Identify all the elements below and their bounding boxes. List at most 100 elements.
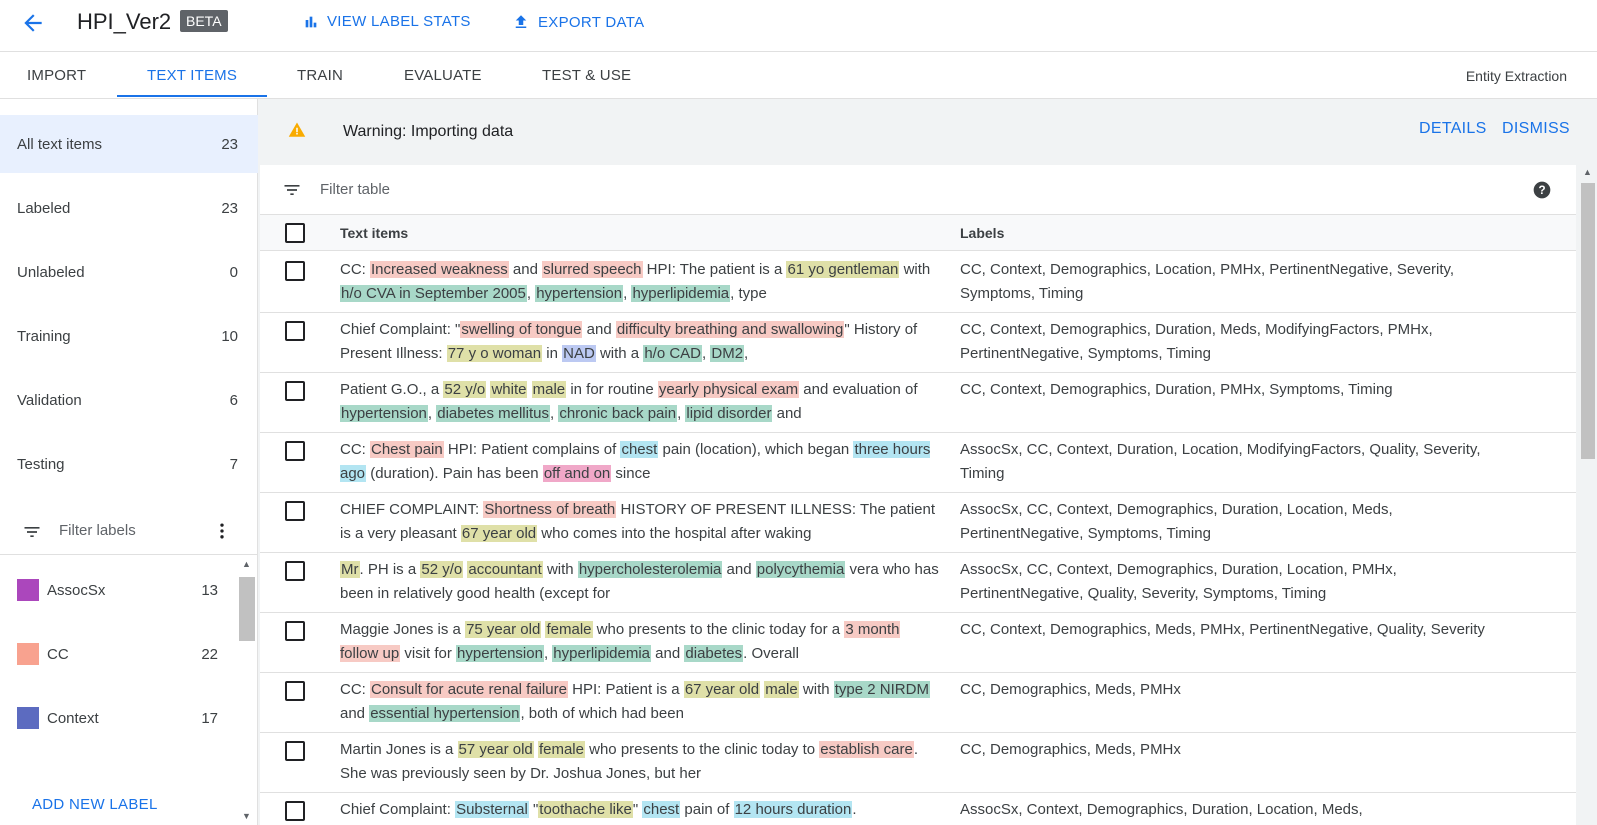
entity-annotation[interactable]: hypertension (535, 285, 624, 302)
entity-annotation[interactable]: slurred speech (542, 261, 643, 278)
tab-train[interactable]: TRAIN (297, 67, 343, 84)
table-row[interactable]: Mr. PH is a 52 y/o accountant with hyper… (260, 552, 1576, 613)
entity-annotation[interactable]: 67 year old (460, 525, 538, 542)
row-text-item[interactable]: Mr. PH is a 52 y/o accountant with hyper… (340, 558, 940, 606)
entity-annotation[interactable]: male (764, 681, 799, 698)
sidebar-item-training[interactable]: Training 10 (0, 307, 258, 365)
entity-annotation[interactable]: polycythemia (755, 561, 846, 578)
entity-annotation[interactable]: toothache like (538, 801, 633, 818)
entity-annotation[interactable]: hyperlipidemia (631, 285, 731, 302)
tab-test-use[interactable]: TEST & USE (542, 67, 631, 84)
column-header-labels[interactable]: Labels (960, 225, 1004, 241)
entity-annotation[interactable]: female (537, 741, 585, 758)
entity-annotation[interactable]: swelling of tongue (460, 321, 583, 338)
entity-annotation[interactable]: male (531, 381, 567, 398)
entity-annotation[interactable]: 57 year old (457, 741, 534, 758)
sidebar-item-all-text-items[interactable]: All text items 23 (0, 115, 258, 173)
entity-annotation[interactable]: 52 y/o (420, 561, 464, 578)
tab-import[interactable]: IMPORT (27, 67, 86, 84)
select-all-checkbox[interactable] (285, 223, 305, 243)
entity-annotation[interactable]: 67 year old (683, 681, 761, 698)
tab-text-items[interactable]: TEXT ITEMS (147, 67, 237, 84)
back-arrow-icon[interactable] (20, 10, 46, 36)
row-checkbox[interactable] (285, 321, 305, 341)
view-label-stats-button[interactable]: VIEW LABEL STATS (303, 13, 471, 30)
entity-annotation[interactable]: 61 yo gentleman (786, 261, 900, 278)
row-checkbox[interactable] (285, 261, 305, 281)
entity-annotation[interactable]: type 2 NIRDM (833, 681, 930, 698)
more-vert-icon[interactable] (212, 521, 232, 541)
row-text-item[interactable]: Patient G.O., a 52 y/o white male in for… (340, 378, 940, 426)
export-data-button[interactable]: EXPORT DATA (512, 13, 644, 31)
table-row[interactable]: CC: Consult for acute renal failure HPI:… (260, 672, 1576, 733)
entity-annotation[interactable]: h/o CAD (643, 345, 703, 362)
scroll-up-arrow-icon[interactable]: ▲ (1583, 167, 1592, 177)
entity-annotation[interactable]: hypertension (456, 645, 544, 662)
scrollbar-thumb[interactable] (239, 577, 255, 641)
row-checkbox[interactable] (285, 561, 305, 581)
row-checkbox[interactable] (285, 501, 305, 521)
dismiss-button[interactable]: DISMISS (1502, 120, 1570, 138)
entity-annotation[interactable]: lipid disorder (685, 405, 773, 422)
entity-annotation[interactable]: 77 y o woman (446, 345, 543, 362)
row-checkbox[interactable] (285, 381, 305, 401)
table-row[interactable]: CC: Increased weakness and slurred speec… (260, 252, 1576, 313)
row-text-item[interactable]: Chief Complaint: "swelling of tongue and… (340, 318, 940, 366)
tab-evaluate[interactable]: EVALUATE (404, 67, 482, 84)
table-row[interactable]: Martin Jones is a 57 year old female who… (260, 732, 1576, 793)
table-row[interactable]: CHIEF COMPLAINT: Shortness of breath HIS… (260, 492, 1576, 553)
entity-annotation[interactable]: essential hypertension (369, 705, 521, 722)
entity-annotation[interactable]: diabetes (684, 645, 744, 662)
row-text-item[interactable]: CC: Consult for acute renal failure HPI:… (340, 678, 940, 726)
filter-labels-input[interactable]: Filter labels (59, 522, 136, 539)
filter-table-input[interactable]: Filter table (320, 181, 390, 198)
row-checkbox[interactable] (285, 741, 305, 761)
entity-annotation[interactable]: off and on (542, 465, 612, 482)
entity-annotation[interactable]: DM2 (710, 345, 745, 362)
entity-annotation[interactable]: hypertension (340, 405, 428, 422)
table-scrollbar[interactable]: ▲ (1579, 165, 1597, 825)
entity-annotation[interactable]: Increased weakness (370, 261, 509, 278)
entity-annotation[interactable]: chronic back pain (558, 405, 678, 422)
details-button[interactable]: DETAILS (1419, 120, 1487, 138)
row-checkbox[interactable] (285, 621, 305, 641)
sidebar-item-labeled[interactable]: Labeled 23 (0, 179, 258, 237)
label-item-context[interactable]: Context 17 (0, 698, 240, 738)
entity-annotation[interactable]: Chest pain (370, 441, 444, 458)
entity-annotation[interactable]: Shortness of breath (483, 501, 617, 518)
entity-annotation[interactable]: yearly physical exam (657, 381, 800, 398)
row-checkbox[interactable] (285, 801, 305, 821)
row-checkbox[interactable] (285, 441, 305, 461)
label-item-assocsx[interactable]: AssocSx 13 (0, 570, 240, 610)
row-text-item[interactable]: CC: Increased weakness and slurred speec… (340, 258, 940, 306)
entity-annotation[interactable]: Mr (340, 561, 360, 578)
entity-annotation[interactable]: 52 y/o (443, 381, 487, 398)
scroll-up-arrow-icon[interactable]: ▲ (242, 559, 251, 569)
entity-annotation[interactable]: female (545, 621, 593, 638)
help-icon[interactable]: ? (1532, 180, 1552, 200)
entity-annotation[interactable]: chest (620, 441, 659, 458)
entity-annotation[interactable]: Consult for acute renal failure (370, 681, 568, 698)
entity-annotation[interactable]: establish care (819, 741, 914, 758)
entity-annotation[interactable]: difficulty breathing and swallowing (615, 321, 845, 338)
row-text-item[interactable]: Martin Jones is a 57 year old female who… (340, 738, 940, 786)
entity-annotation[interactable]: 12 hours duration (733, 801, 853, 818)
row-checkbox[interactable] (285, 681, 305, 701)
add-new-label-button[interactable]: ADD NEW LABEL (32, 796, 158, 813)
entity-annotation[interactable]: 75 year old (465, 621, 542, 638)
entity-annotation[interactable]: chest (642, 801, 681, 818)
table-row[interactable]: CC: Chest pain HPI: Patient complains of… (260, 432, 1576, 493)
row-text-item[interactable]: CHIEF COMPLAINT: Shortness of breath HIS… (340, 498, 940, 546)
entity-annotation[interactable]: white (490, 381, 528, 398)
table-row[interactable]: Chief Complaint: "swelling of tongue and… (260, 312, 1576, 373)
entity-annotation[interactable]: hyperlipidemia (552, 645, 652, 662)
table-row[interactable]: Chief Complaint: Substernal "toothache l… (260, 792, 1576, 825)
scroll-down-arrow-icon[interactable]: ▼ (242, 811, 251, 821)
sidebar-item-validation[interactable]: Validation 6 (0, 371, 258, 429)
label-list-scrollbar[interactable]: ▲ ▼ (238, 559, 256, 825)
entity-annotation[interactable]: NAD (562, 345, 596, 362)
entity-annotation[interactable]: h/o CVA in September 2005 (340, 285, 527, 302)
column-header-text-items[interactable]: Text items (340, 225, 408, 241)
row-text-item[interactable]: Maggie Jones is a 75 year old female who… (340, 618, 940, 666)
row-text-item[interactable]: Chief Complaint: Substernal "toothache l… (340, 798, 940, 822)
